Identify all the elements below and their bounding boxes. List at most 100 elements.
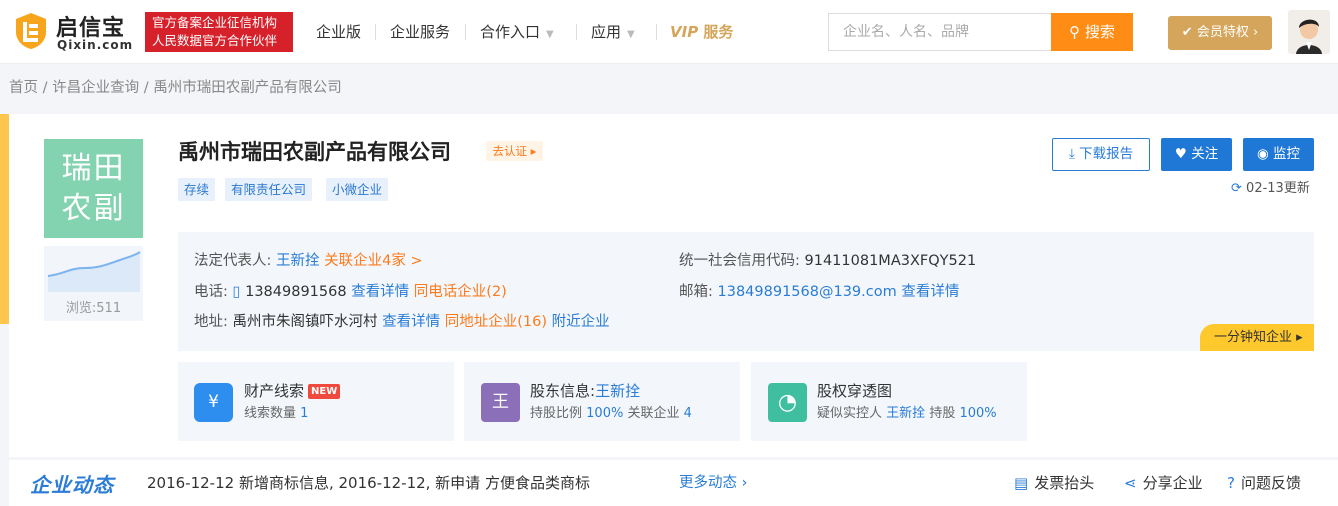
verify-label: 去认证	[492, 144, 528, 158]
related-value: 4	[683, 406, 692, 421]
official-badge[interactable]: 官方备案企业征信机构 人民数据官方合作伙伴	[145, 12, 293, 52]
address-detail-link[interactable]: 查看详情	[382, 314, 440, 330]
legal-rep-label: 法定代表人:	[194, 253, 272, 269]
feedback-button[interactable]: ? 问题反馈	[1227, 473, 1301, 493]
address-value: 禹州市朱阁镇吓水河村	[232, 314, 378, 330]
invoice-icon: ▤	[1014, 474, 1029, 492]
nav-apps[interactable]: 应用 ▼	[591, 20, 635, 44]
property-clue-sub: 线索数量 1	[244, 405, 308, 423]
company-type-tag: 有限责任公司	[225, 178, 313, 201]
shareholder-title: 股东信息:王新拴	[530, 381, 640, 401]
vip-service-label: 服务	[703, 23, 734, 41]
equity-sub: 疑似实控人 王新拴 持股 100%	[817, 405, 997, 423]
nav-divider	[656, 24, 657, 40]
share-icon: ⋖	[1124, 474, 1137, 492]
holding-label: 持股	[929, 406, 956, 421]
shareholder-link[interactable]: 王新拴	[595, 382, 640, 400]
new-badge: NEW	[308, 384, 341, 399]
update-time[interactable]: ⟳ 02-13更新	[1231, 180, 1310, 198]
nav-enterprise-service[interactable]: 企业服务	[390, 20, 450, 44]
legal-rep-link[interactable]: 王新拴	[276, 253, 320, 269]
clue-count-label: 线索数量	[244, 406, 297, 421]
size-tag: 小微企业	[326, 178, 389, 201]
user-avatar[interactable]	[1288, 10, 1330, 54]
one-minute-button[interactable]: 一分钟知企业 ▸	[1200, 324, 1314, 351]
company-name: 禹州市瑞田农副产品有限公司	[178, 140, 451, 164]
email-detail-link[interactable]: 查看详情	[901, 284, 959, 300]
share-label: 分享企业	[1142, 474, 1203, 492]
feedback-label: 问题反馈	[1240, 474, 1301, 492]
nav-divider	[375, 24, 376, 40]
monitor-button[interactable]: ◉ 监控	[1243, 138, 1314, 171]
shareholder-label: 股东信息:	[530, 382, 596, 400]
logo-domain: Qixin.com	[57, 38, 134, 52]
equity-title: 股权穿透图	[817, 382, 893, 400]
download-report-button[interactable]: ⤓ 下载报告	[1052, 138, 1150, 171]
phone-value: 13849891568	[245, 284, 347, 300]
status-tag: 存续	[178, 178, 216, 201]
phone-label: 电话:	[194, 284, 228, 300]
badge-line-2: 人民数据官方合作伙伴	[152, 33, 278, 48]
credit-code-label: 统一社会信用代码:	[679, 253, 800, 269]
controller-link[interactable]: 王新拴	[886, 406, 925, 421]
address-label: 地址:	[194, 314, 228, 330]
qixin-logo-icon[interactable]	[14, 12, 48, 50]
email-link[interactable]: 13849891568@139.com	[718, 284, 897, 300]
nav-vip-service[interactable]: VIP 服务	[670, 20, 733, 44]
member-button-label: 会员特权	[1196, 25, 1249, 40]
related-label: 关联企业	[627, 406, 680, 421]
nav-divider	[576, 24, 577, 40]
breadcrumb-home[interactable]: 首页	[9, 80, 38, 96]
follow-label: 关注	[1191, 146, 1219, 162]
views-trend-icon	[47, 251, 141, 292]
side-float-tab[interactable]	[0, 114, 9, 324]
nav-cooperation-label: 合作入口	[480, 23, 541, 41]
search-icon: ⚲	[1069, 23, 1081, 41]
shareholder-sub: 持股比例 100% 关联企业 4	[530, 405, 692, 423]
vip-label: VIP	[670, 23, 699, 41]
more-dynamics-link[interactable]: 更多动态 ›	[679, 473, 747, 493]
member-privilege-button[interactable]: ✔ 会员特权 ›	[1168, 16, 1272, 50]
refresh-icon: ⟳	[1231, 181, 1242, 196]
pie-chart-icon: ◔	[768, 383, 807, 422]
nav-apps-label: 应用	[591, 23, 622, 41]
yen-icon: ¥	[194, 383, 233, 422]
email-row: 邮箱: 13849891568@139.com 查看详情	[679, 281, 959, 303]
legal-rep-row: 法定代表人: 王新拴 关联企业4家 >	[194, 250, 423, 272]
property-clue-title: 财产线索 NEW	[244, 381, 341, 401]
share-ratio-value: 100%	[586, 406, 624, 421]
phone-detail-link[interactable]: 查看详情	[351, 284, 409, 300]
breadcrumb: 首页 / 许昌企业查询 / 禹州市瑞田农副产品有限公司	[9, 80, 342, 96]
monitor-icon: ◉	[1256, 146, 1269, 162]
share-company-button[interactable]: ⋖ 分享企业	[1124, 473, 1203, 493]
address-row: 地址: 禹州市朱阁镇吓水河村 查看详情 同地址企业(16) 附近企业	[194, 311, 610, 333]
search-button-label: 搜索	[1084, 23, 1115, 41]
same-address-link[interactable]: 同地址企业(16)	[445, 314, 547, 330]
search-input[interactable]: 企业名、人名、品牌	[828, 13, 1051, 51]
property-clue-label: 财产线索	[244, 382, 305, 400]
nearby-companies-link[interactable]: 附近企业	[552, 314, 610, 330]
logo-text-line-1: 瑞田	[61, 151, 126, 186]
vip-v-icon: ✔	[1181, 25, 1193, 40]
holding-value: 100%	[959, 406, 997, 421]
breadcrumb-city[interactable]: 许昌企业查询	[52, 80, 139, 96]
dynamics-title: 企业动态	[30, 473, 114, 497]
verify-button[interactable]: 去认证 ▸	[486, 141, 543, 161]
credit-code-row: 统一社会信用代码: 91411081MA3XFQY521	[679, 250, 976, 272]
controller-label: 疑似实控人	[817, 406, 883, 421]
nav-enterprise-edition[interactable]: 企业版	[316, 20, 361, 44]
chevron-down-icon: ▼	[546, 29, 554, 40]
related-companies-link[interactable]: 关联企业4家 >	[324, 253, 422, 269]
chevron-down-icon: ▼	[627, 29, 635, 40]
search-button[interactable]: ⚲ 搜索	[1051, 13, 1133, 51]
monitor-label: 监控	[1273, 146, 1301, 162]
mobile-phone-icon: ▯	[232, 284, 241, 300]
invoice-title-button[interactable]: ▤ 发票抬头	[1014, 473, 1094, 493]
follow-button[interactable]: ♥ 关注	[1161, 138, 1232, 171]
same-phone-link[interactable]: 同电话企业(2)	[414, 284, 507, 300]
dynamics-text: 2016-12-12 新增商标信息, 2016-12-12, 新申请 方便食品类…	[147, 474, 590, 492]
badge-line-1: 官方备案企业征信机构	[152, 15, 278, 30]
share-ratio-label: 持股比例	[530, 406, 583, 421]
views-count: 浏览:511	[65, 301, 122, 316]
nav-cooperation[interactable]: 合作入口 ▼	[480, 20, 554, 44]
